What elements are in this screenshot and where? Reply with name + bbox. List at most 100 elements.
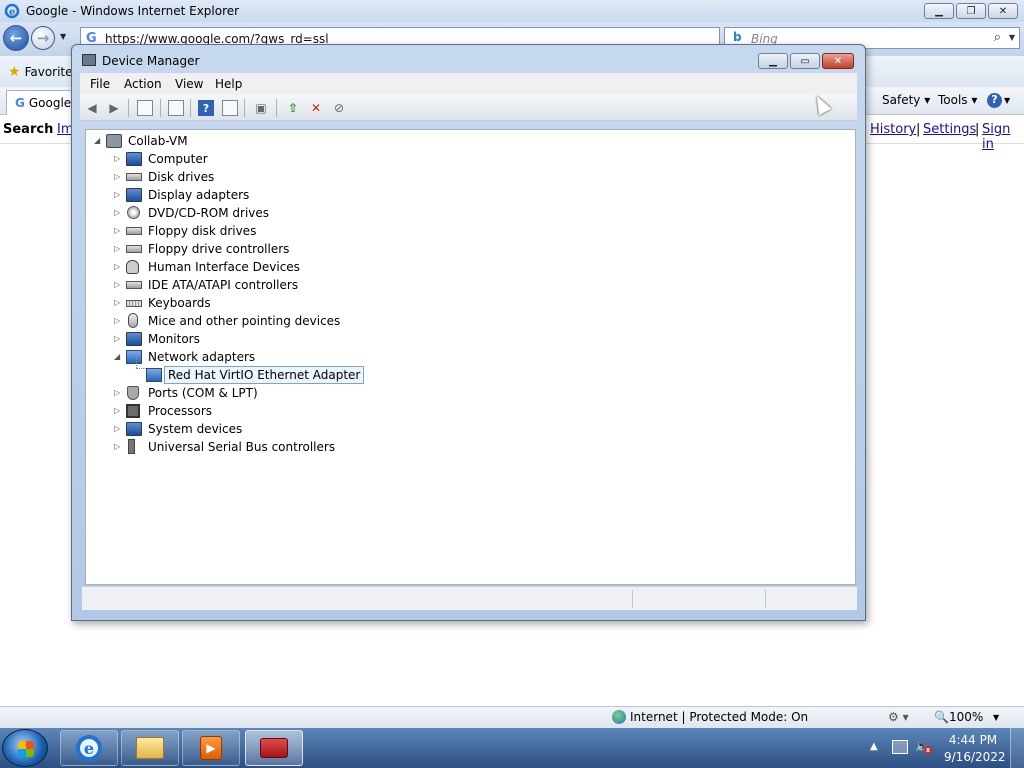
menu-help[interactable]: Help (215, 77, 242, 91)
security-zone[interactable]: Internet | Protected Mode: On (612, 710, 808, 724)
ie-restore-button[interactable]: ❐ (956, 3, 986, 19)
device-manager-status-bar (82, 586, 857, 610)
ie-logo-icon: e (4, 3, 20, 19)
ie-minimize-button[interactable]: ▁ (924, 3, 954, 19)
zoom-text: 100% (948, 710, 984, 724)
ie-close-button[interactable]: ✕ (988, 3, 1018, 19)
floppy-controller-icon (126, 245, 142, 253)
update-driver-icon[interactable]: ⇧ (285, 100, 301, 116)
expand-arrow-icon[interactable]: ▷ (114, 420, 122, 433)
tree-node-label: System devices (148, 422, 243, 436)
tree-node-label: Mice and other pointing devices (148, 314, 341, 328)
computer-icon (126, 152, 142, 166)
taskbar-media-player[interactable]: ▶ (182, 730, 240, 766)
dm-close-button[interactable]: ✕ (822, 53, 854, 69)
status-divider (632, 590, 633, 608)
show-hide-action-pane-icon[interactable] (222, 100, 238, 116)
keyboard-icon (126, 300, 142, 307)
show-hide-console-tree-icon[interactable] (137, 100, 153, 116)
collapse-arrow-icon[interactable]: ◢ (94, 132, 102, 145)
device-manager-title: Device Manager (102, 54, 200, 68)
muted-icon: x (924, 746, 932, 754)
expand-arrow-icon[interactable]: ▷ (114, 222, 122, 235)
toolbar-separator (128, 99, 129, 117)
mouse-icon (128, 313, 138, 328)
floppy-icon (126, 227, 142, 235)
status-tools-icon[interactable]: ⚙ ▾ (888, 710, 909, 724)
start-button[interactable] (2, 729, 48, 767)
expand-arrow-icon[interactable]: ▷ (114, 402, 122, 415)
help-dropdown-icon[interactable]: ▼ (1004, 96, 1010, 105)
device-tree: ◢ Collab-VM ▷ Computer ▷ Disk drives ▷ D… (85, 129, 856, 585)
search-icon[interactable]: ⌕ (994, 30, 1001, 45)
ie-titlebar: e Google - Windows Internet Explorer ▁ ❐… (0, 0, 1024, 22)
google-sign-in-link[interactable]: Sign in (982, 122, 1024, 152)
zoom-level[interactable]: 🔍100% (934, 710, 983, 724)
disk-drive-icon (126, 173, 142, 181)
search-options-dropdown[interactable]: ▼ (1009, 33, 1015, 42)
favorites-button[interactable]: ★ Favorites (8, 64, 79, 80)
back-arrow-icon[interactable]: ◀ (84, 100, 100, 116)
tree-node-label: Ports (COM & LPT) (148, 386, 258, 400)
network-icon[interactable] (892, 740, 908, 754)
google-search-link[interactable]: Search (3, 122, 53, 137)
expand-arrow-icon[interactable]: ▷ (114, 240, 122, 253)
selected-device-label: Red Hat VirtIO Ethernet Adapter (164, 366, 365, 384)
system-device-icon (126, 422, 142, 436)
properties-icon[interactable] (168, 100, 184, 116)
menu-action[interactable]: Action (124, 77, 162, 91)
device-manager-titlebar[interactable]: Device Manager ▁ ▭ ✕ (72, 45, 865, 75)
forward-button[interactable]: → (31, 26, 55, 50)
collapse-arrow-icon[interactable]: ◢ (114, 348, 122, 361)
bing-icon: b (733, 30, 742, 44)
menu-bar: File Action View Help (80, 73, 857, 95)
show-desktop-button[interactable] (1010, 728, 1024, 768)
uninstall-icon[interactable]: ✕ (308, 100, 324, 116)
safety-menu[interactable]: Safety ▾ (882, 93, 930, 107)
taskbar-device-manager[interactable] (245, 730, 303, 766)
expand-arrow-icon[interactable]: ▷ (114, 276, 122, 289)
toolbox-icon (260, 738, 288, 758)
tree-node-label: DVD/CD-ROM drives (148, 206, 270, 220)
taskbar-windows-explorer[interactable] (121, 730, 179, 766)
show-hidden-icons-icon[interactable]: ▲ (870, 741, 878, 752)
disable-device-icon[interactable]: ⊘ (331, 100, 347, 116)
expand-arrow-icon[interactable]: ▷ (114, 312, 122, 325)
zoom-dropdown-icon[interactable]: ▼ (993, 713, 999, 722)
internet-globe-icon (612, 710, 626, 724)
status-divider (765, 590, 766, 608)
dm-minimize-button[interactable]: ▁ (758, 53, 788, 69)
expand-arrow-icon[interactable]: ▷ (114, 330, 122, 343)
taskbar-internet-explorer[interactable]: e (60, 730, 118, 766)
expand-arrow-icon[interactable]: ▷ (114, 204, 122, 217)
expand-arrow-icon[interactable]: ▷ (114, 168, 122, 181)
dm-maximize-button[interactable]: ▭ (790, 53, 820, 69)
toolbar-separator (276, 99, 277, 117)
dm-window-controls: ▁ ▭ ✕ (758, 53, 854, 69)
expand-arrow-icon[interactable]: ▷ (114, 186, 122, 199)
menu-view[interactable]: View (175, 77, 203, 91)
clock-date[interactable]: 9/16/2022 (944, 750, 1006, 764)
computer-root-icon (106, 134, 122, 148)
forward-arrow-icon[interactable]: ▶ (106, 100, 122, 116)
google-settings-link[interactable]: Settings (923, 122, 976, 137)
help-icon[interactable]: ? (987, 93, 1002, 108)
clock-time[interactable]: 4:44 PM (944, 733, 1002, 747)
recent-pages-dropdown[interactable]: ▼ (60, 32, 66, 41)
cdrom-icon (127, 206, 140, 219)
google-history-link[interactable]: History (870, 122, 916, 137)
hid-icon (126, 260, 139, 274)
tab-label: Google (28, 96, 72, 110)
tools-menu[interactable]: Tools ▾ (938, 93, 977, 107)
port-icon (127, 386, 139, 400)
menu-file[interactable]: File (90, 77, 110, 91)
scan-hardware-changes-icon[interactable]: ▣ (253, 100, 269, 116)
help-icon[interactable]: ? (198, 100, 214, 116)
expand-arrow-icon[interactable]: ▷ (114, 384, 122, 397)
expand-arrow-icon[interactable]: ▷ (114, 150, 122, 163)
back-button[interactable]: ← (3, 25, 29, 51)
processor-icon (126, 404, 140, 418)
expand-arrow-icon[interactable]: ▷ (114, 438, 122, 451)
expand-arrow-icon[interactable]: ▷ (114, 258, 122, 271)
expand-arrow-icon[interactable]: ▷ (114, 294, 122, 307)
